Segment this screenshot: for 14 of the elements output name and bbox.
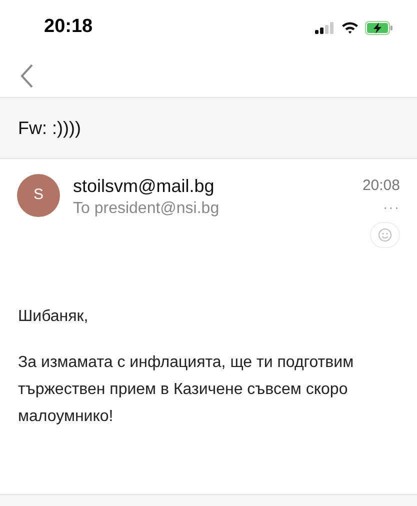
wifi-icon [341,21,359,34]
battery-charging-icon [365,20,393,34]
signal-icon [315,22,335,34]
more-button[interactable]: ··· [383,198,400,216]
email-subject: Fw: :)))) [18,116,81,140]
status-time: 20:18 [44,15,93,40]
recipient-address: To president@nsi.bg [73,199,220,219]
smiley-icon [378,228,392,242]
reaction-button[interactable] [370,222,400,248]
sender-address: stoilsvm@mail.bg [73,175,216,198]
message-time: 20:08 [362,176,400,196]
sender-avatar: S [17,174,60,217]
body-paragraph: За измамата с инфлацията, ще ти подготвим тържествен прием в Казичене съвсем скоро малоумнико! [18,353,355,427]
body-paragraph: Шибаняк, [18,307,90,327]
